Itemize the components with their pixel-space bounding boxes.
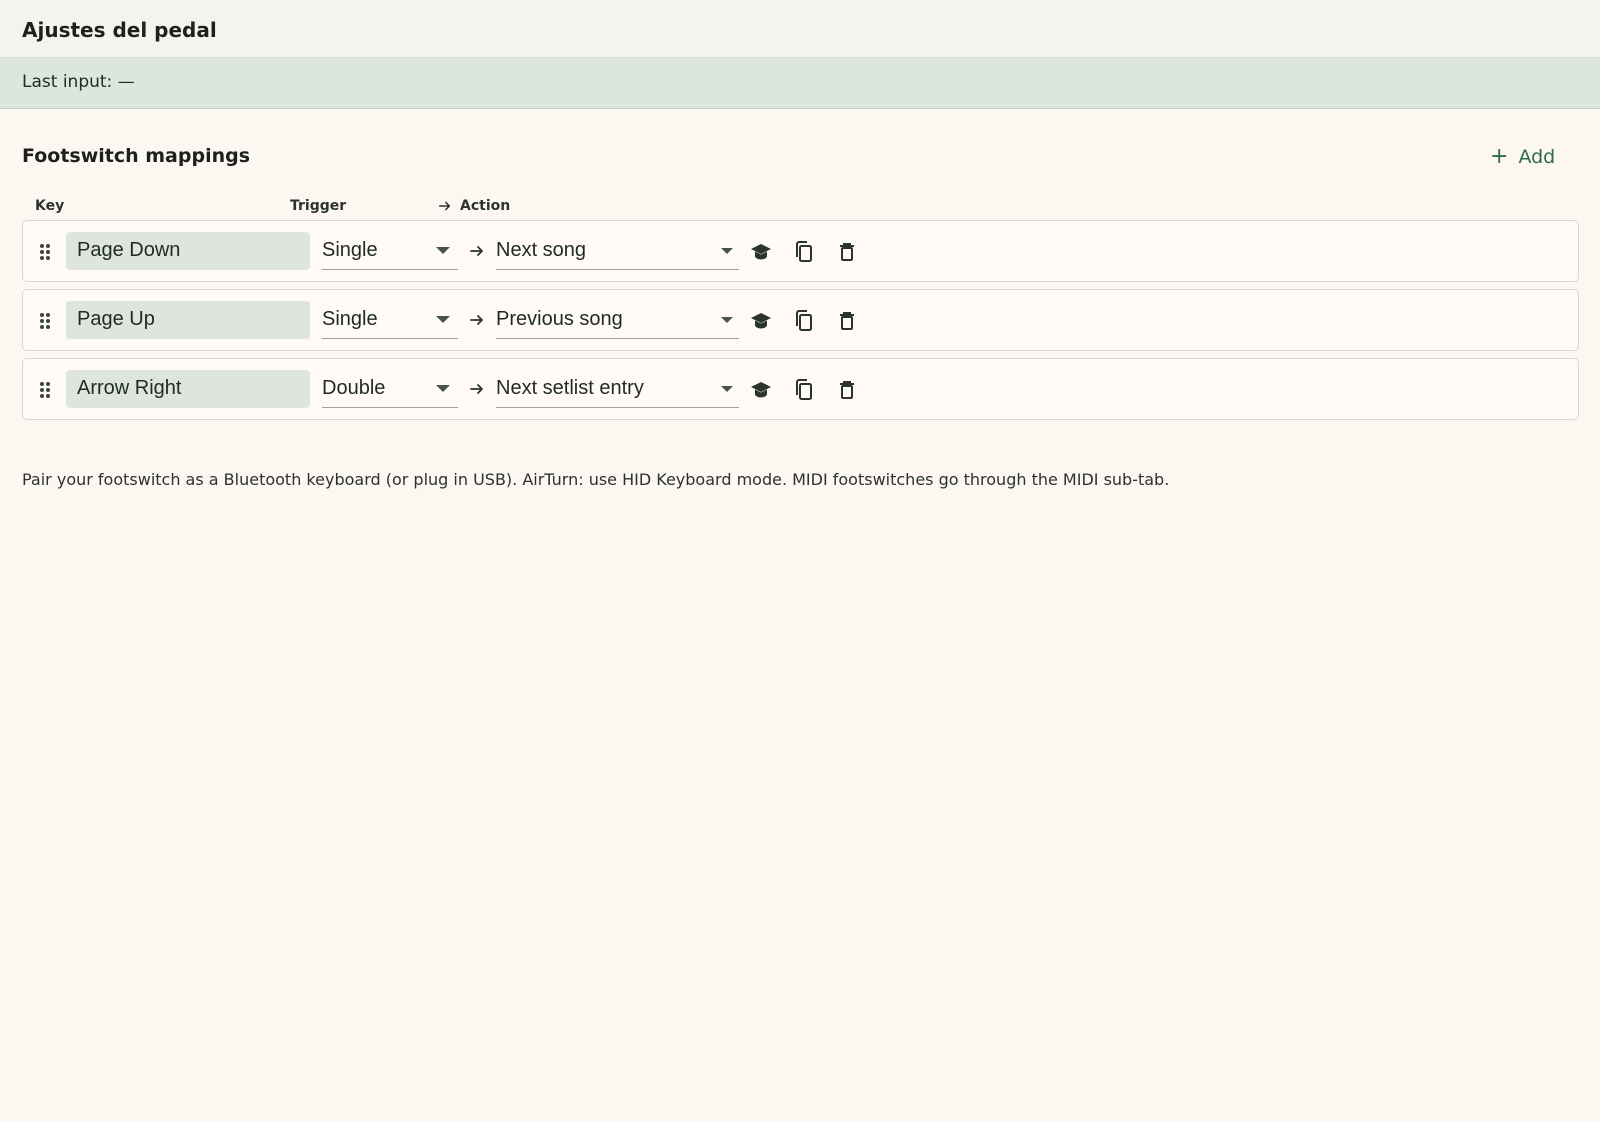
action-select[interactable]: Previous song [496, 301, 739, 339]
key-field[interactable]: Page Down [66, 232, 310, 270]
learn-button[interactable] [749, 240, 773, 264]
chevron-down-icon [721, 386, 733, 392]
drag-handle-icon[interactable] [39, 381, 51, 399]
action-value: Next setlist entry [496, 377, 644, 399]
graduation-cap-icon [751, 313, 771, 329]
column-header-action: Action [438, 198, 510, 214]
copy-icon [796, 310, 812, 331]
arrow-right-icon [470, 246, 483, 256]
help-text: Pair your footswitch as a Bluetooth keyb… [22, 470, 1170, 489]
chevron-down-icon [721, 248, 733, 254]
trigger-select[interactable]: Double [322, 370, 458, 408]
learn-button[interactable] [749, 309, 773, 333]
mapping-row: Page Down Single Next song [22, 220, 1579, 282]
learn-button[interactable] [749, 378, 773, 402]
delete-button[interactable] [835, 378, 859, 402]
column-header-action-label: Action [460, 198, 511, 214]
key-field[interactable]: Arrow Right [66, 370, 310, 408]
add-mapping-button[interactable]: + Add [1490, 141, 1580, 173]
chevron-down-icon [436, 385, 450, 392]
arrow-right-icon [470, 315, 483, 325]
drag-handle-icon[interactable] [39, 243, 51, 261]
key-field[interactable]: Page Up [66, 301, 310, 339]
chevron-down-icon [436, 316, 450, 323]
page-title: Ajustes del pedal [22, 18, 217, 42]
copy-button[interactable] [792, 378, 816, 402]
section-title: Footswitch mappings [22, 145, 251, 167]
trigger-select[interactable]: Single [322, 232, 458, 270]
mapping-row: Arrow Right Double Next setlist entry [22, 358, 1579, 420]
arrow-right-icon [470, 384, 483, 394]
copy-button[interactable] [792, 240, 816, 264]
title-bar: Ajustes del pedal [0, 0, 1600, 58]
action-select[interactable]: Next song [496, 232, 739, 270]
delete-button[interactable] [835, 240, 859, 264]
plus-icon: + [1490, 144, 1509, 169]
chevron-down-icon [721, 317, 733, 323]
column-header-key: Key [35, 198, 65, 214]
column-header-trigger: Trigger [290, 198, 347, 214]
copy-icon [796, 241, 812, 262]
trigger-value: Single [322, 308, 378, 330]
copy-icon [796, 379, 812, 400]
arrow-right-icon [438, 201, 451, 211]
delete-button[interactable] [835, 309, 859, 333]
chevron-down-icon [436, 247, 450, 254]
graduation-cap-icon [751, 244, 771, 260]
last-input-status: Last input: — [22, 72, 135, 92]
action-value: Previous song [496, 308, 623, 330]
copy-button[interactable] [792, 309, 816, 333]
trash-icon [840, 243, 854, 261]
trigger-value: Double [322, 377, 386, 399]
trash-icon [840, 312, 854, 330]
add-button-label: Add [1518, 146, 1556, 168]
action-value: Next song [496, 239, 587, 261]
trigger-value: Single [322, 239, 378, 261]
trash-icon [840, 381, 854, 399]
status-bar: Last input: — [0, 58, 1600, 109]
trigger-select[interactable]: Single [322, 301, 458, 339]
drag-handle-icon[interactable] [39, 312, 51, 330]
graduation-cap-icon [751, 382, 771, 398]
action-select[interactable]: Next setlist entry [496, 370, 739, 408]
mapping-row: Page Up Single Previous song [22, 289, 1579, 351]
